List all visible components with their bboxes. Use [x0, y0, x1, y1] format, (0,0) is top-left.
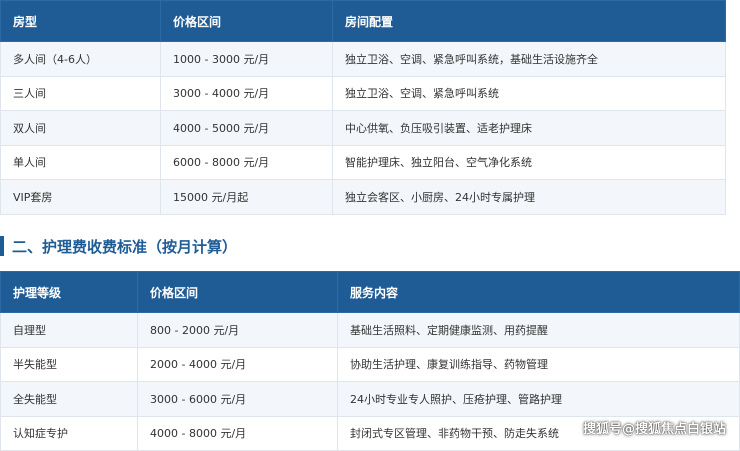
- table-cell: 协助生活护理、康复训练指导、药物管理: [337, 346, 740, 382]
- table-row: 多人间（4-6人） 1000 - 3000 元/月 独立卫浴、空调、紧急呼叫系统…: [0, 41, 726, 77]
- column-header: 护理等级: [0, 271, 138, 313]
- table-cell: 4000 - 8000 元/月: [137, 415, 338, 451]
- table-row: 全失能型 3000 - 6000 元/月 24小时专业专人照护、压疮护理、管路护…: [0, 381, 740, 417]
- column-header: 价格区间: [160, 0, 333, 42]
- table-row: 双人间 4000 - 5000 元/月 中心供氧、负压吸引装置、适老护理床: [0, 110, 726, 146]
- table-row: 自理型 800 - 2000 元/月 基础生活照料、定期健康监测、用药提醒: [0, 312, 740, 348]
- column-header: 房间配置: [332, 0, 726, 42]
- section-accent-bar: [0, 236, 4, 256]
- table-cell: 认知症专护: [0, 415, 138, 451]
- table-cell: 3000 - 4000 元/月: [160, 75, 333, 111]
- table-cell: 15000 元/月起: [160, 179, 333, 215]
- table-cell: 智能护理床、独立阳台、空气净化系统: [332, 144, 726, 180]
- table-cell: 800 - 2000 元/月: [137, 312, 338, 348]
- table-cell: 双人间: [0, 110, 161, 146]
- table-header-row: 护理等级 价格区间 服务内容: [0, 271, 740, 313]
- table-cell: 自理型: [0, 312, 138, 348]
- table-cell: 3000 - 6000 元/月: [137, 381, 338, 417]
- table-cell: 中心供氧、负压吸引装置、适老护理床: [332, 110, 726, 146]
- table-cell: 独立会客区、小厨房、24小时专属护理: [332, 179, 726, 215]
- table-cell: 独立卫浴、空调、紧急呼叫系统，基础生活设施齐全: [332, 41, 726, 77]
- table-cell: 多人间（4-6人）: [0, 41, 161, 77]
- table-row: 单人间 6000 - 8000 元/月 智能护理床、独立阳台、空气净化系统: [0, 144, 726, 180]
- table-cell: 基础生活照料、定期健康监测、用药提醒: [337, 312, 740, 348]
- table-row: VIP套房 15000 元/月起 独立会客区、小厨房、24小时专属护理: [0, 179, 726, 215]
- table-cell: 三人间: [0, 75, 161, 111]
- table-cell: 全失能型: [0, 381, 138, 417]
- table-row: 三人间 3000 - 4000 元/月 独立卫浴、空调、紧急呼叫系统: [0, 75, 726, 111]
- column-header: 服务内容: [337, 271, 740, 313]
- table-cell: 半失能型: [0, 346, 138, 382]
- table-cell: 2000 - 4000 元/月: [137, 346, 338, 382]
- table-cell: 单人间: [0, 144, 161, 180]
- table-cell: VIP套房: [0, 179, 161, 215]
- table-header-row: 房型 价格区间 房间配置: [0, 0, 726, 42]
- room-type-price-table: 房型 价格区间 房间配置 多人间（4-6人） 1000 - 3000 元/月 独…: [0, 0, 726, 215]
- table-cell: 24小时专业专人照护、压疮护理、管路护理: [337, 381, 740, 417]
- source-watermark: 搜狐号@搜狐焦点白银站: [582, 422, 726, 437]
- section-heading: 二、护理费收费标准（按月计算）: [0, 233, 600, 259]
- table-cell: 1000 - 3000 元/月: [160, 41, 333, 77]
- table-row: 半失能型 2000 - 4000 元/月 协助生活护理、康复训练指导、药物管理: [0, 346, 740, 382]
- column-header: 房型: [0, 0, 161, 42]
- column-header: 价格区间: [137, 271, 338, 313]
- section-title: 二、护理费收费标准（按月计算）: [12, 237, 238, 256]
- table-cell: 6000 - 8000 元/月: [160, 144, 333, 180]
- table-cell: 4000 - 5000 元/月: [160, 110, 333, 146]
- table-cell: 独立卫浴、空调、紧急呼叫系统: [332, 75, 726, 111]
